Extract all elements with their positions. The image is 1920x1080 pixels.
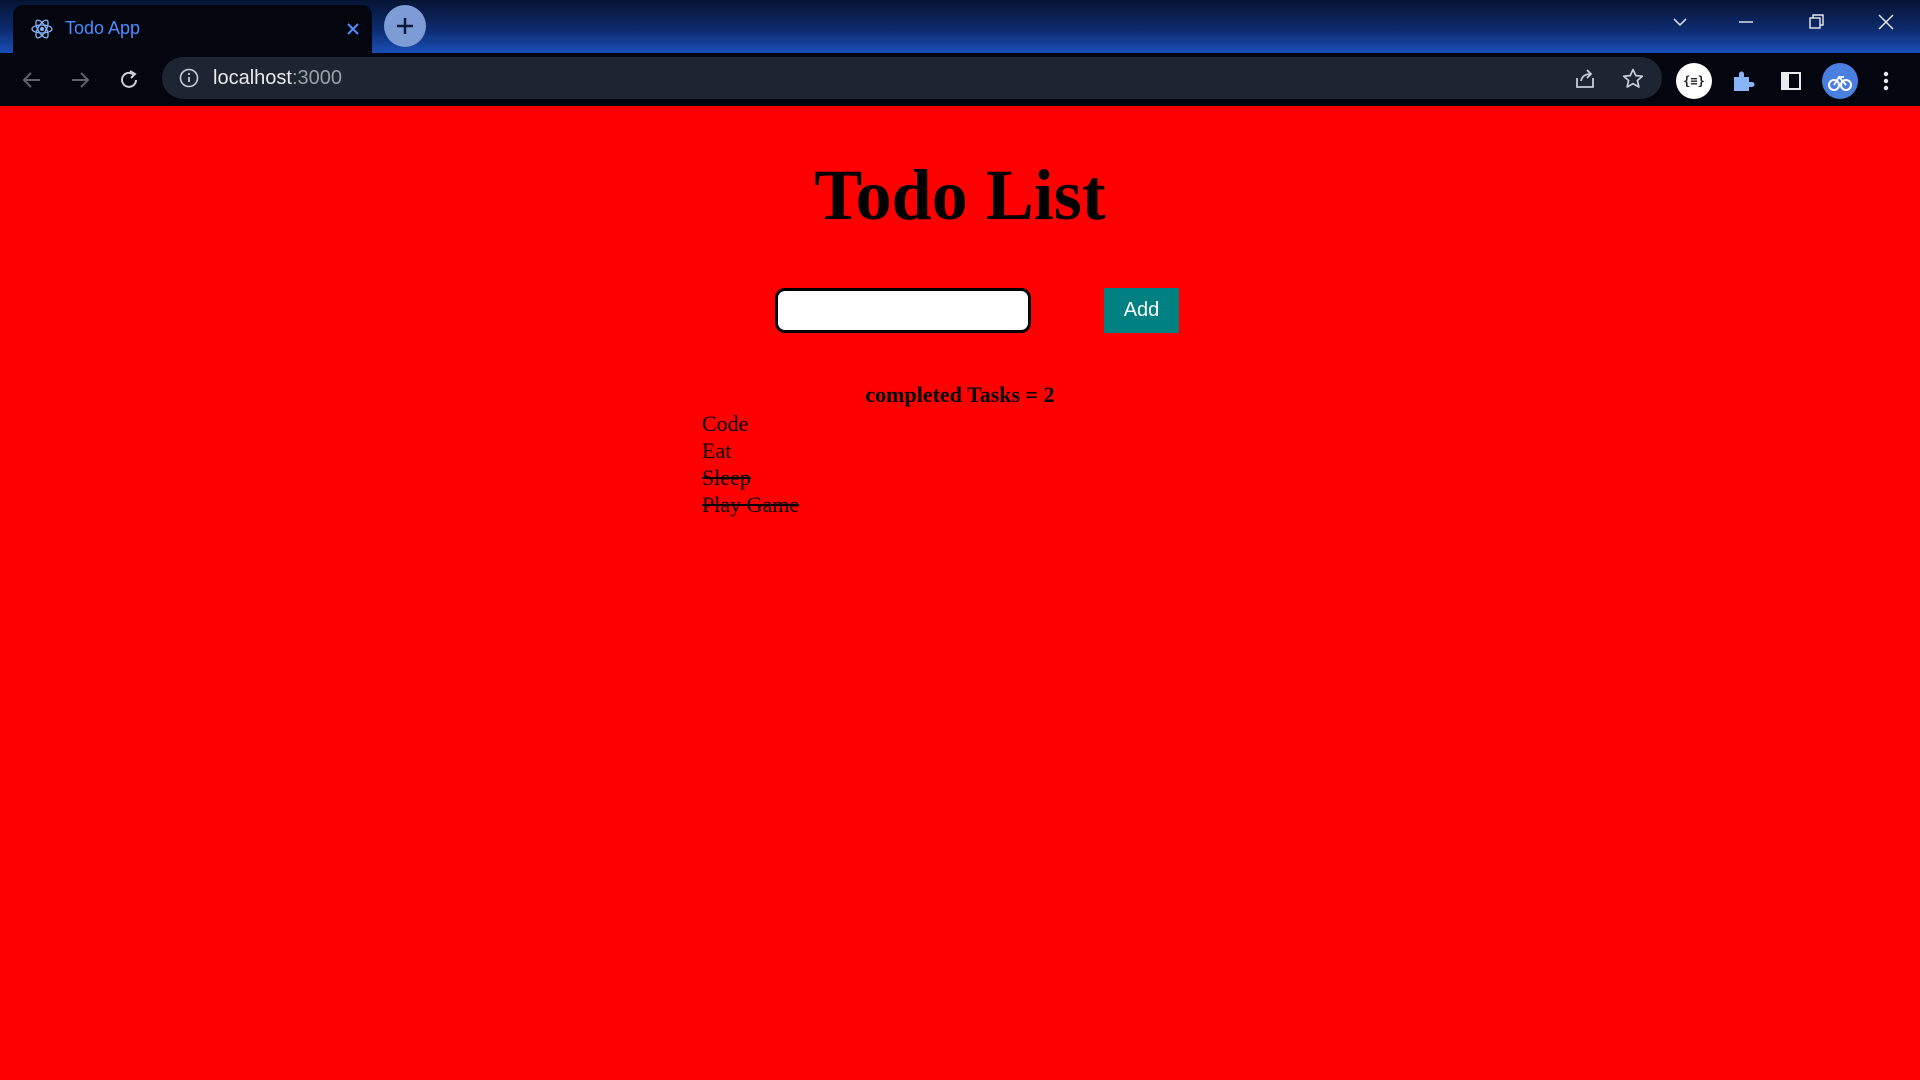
- restore-icon: [1809, 14, 1824, 29]
- todo-item[interactable]: Eat: [702, 437, 799, 464]
- extensions-button[interactable]: [1725, 63, 1761, 99]
- arrow-right-icon: [72, 72, 90, 88]
- share-icon[interactable]: [1572, 66, 1598, 92]
- site-info-icon[interactable]: [178, 67, 200, 89]
- todo-item[interactable]: Code: [702, 410, 799, 437]
- url-host: localhost: [213, 67, 292, 89]
- avatar-icon: [1828, 75, 1852, 91]
- close-window-button[interactable]: [1856, 0, 1916, 44]
- address-bar[interactable]: localhost:3000: [162, 57, 1662, 99]
- reload-button[interactable]: [110, 61, 148, 99]
- todo-item[interactable]: Sleep: [702, 464, 799, 491]
- todo-list: Code Eat Sleep Play Game: [702, 410, 799, 518]
- tab-title: Todo App: [65, 18, 141, 38]
- json-extension-label: {≡}: [1683, 74, 1705, 88]
- side-panel-icon: [1781, 72, 1801, 90]
- page-title: Todo List: [814, 155, 1106, 235]
- todo-input[interactable]: [775, 288, 1031, 333]
- minimize-icon: [1739, 21, 1753, 23]
- url-port: :3000: [291, 67, 342, 89]
- react-icon: [30, 17, 54, 41]
- reload-icon: [121, 70, 137, 88]
- browser-menu-button[interactable]: [1868, 63, 1904, 99]
- tab-search-button[interactable]: [1650, 0, 1710, 44]
- todo-item[interactable]: Play Game: [702, 491, 799, 518]
- new-tab-button[interactable]: [384, 5, 426, 47]
- arrow-left-icon: [22, 72, 40, 88]
- side-panel-button[interactable]: [1773, 63, 1809, 99]
- browser-titlebar: Todo App: [0, 0, 1920, 53]
- minimize-button[interactable]: [1716, 0, 1776, 44]
- star-icon[interactable]: [1620, 66, 1646, 92]
- url-text: localhost:3000: [213, 67, 342, 90]
- profile-avatar[interactable]: [1822, 63, 1858, 99]
- add-button[interactable]: Add: [1104, 288, 1179, 333]
- close-icon: [1878, 14, 1894, 30]
- back-button[interactable]: [13, 61, 51, 99]
- restore-button[interactable]: [1786, 0, 1846, 44]
- forward-button[interactable]: [61, 61, 99, 99]
- completed-tasks-count: completed Tasks = 2: [865, 382, 1055, 407]
- puzzle-icon: [1734, 71, 1755, 91]
- browser-tab-active[interactable]: Todo App: [13, 5, 372, 53]
- close-tab-icon[interactable]: [341, 17, 365, 41]
- kebab-menu-icon: [1883, 71, 1889, 91]
- plus-icon: [397, 18, 413, 34]
- json-viewer-extension-button[interactable]: {≡}: [1676, 63, 1712, 99]
- todo-app-page: Todo List Add completed Tasks = 2 Code Ea…: [0, 106, 1920, 1080]
- chevron-down-icon: [1673, 18, 1687, 27]
